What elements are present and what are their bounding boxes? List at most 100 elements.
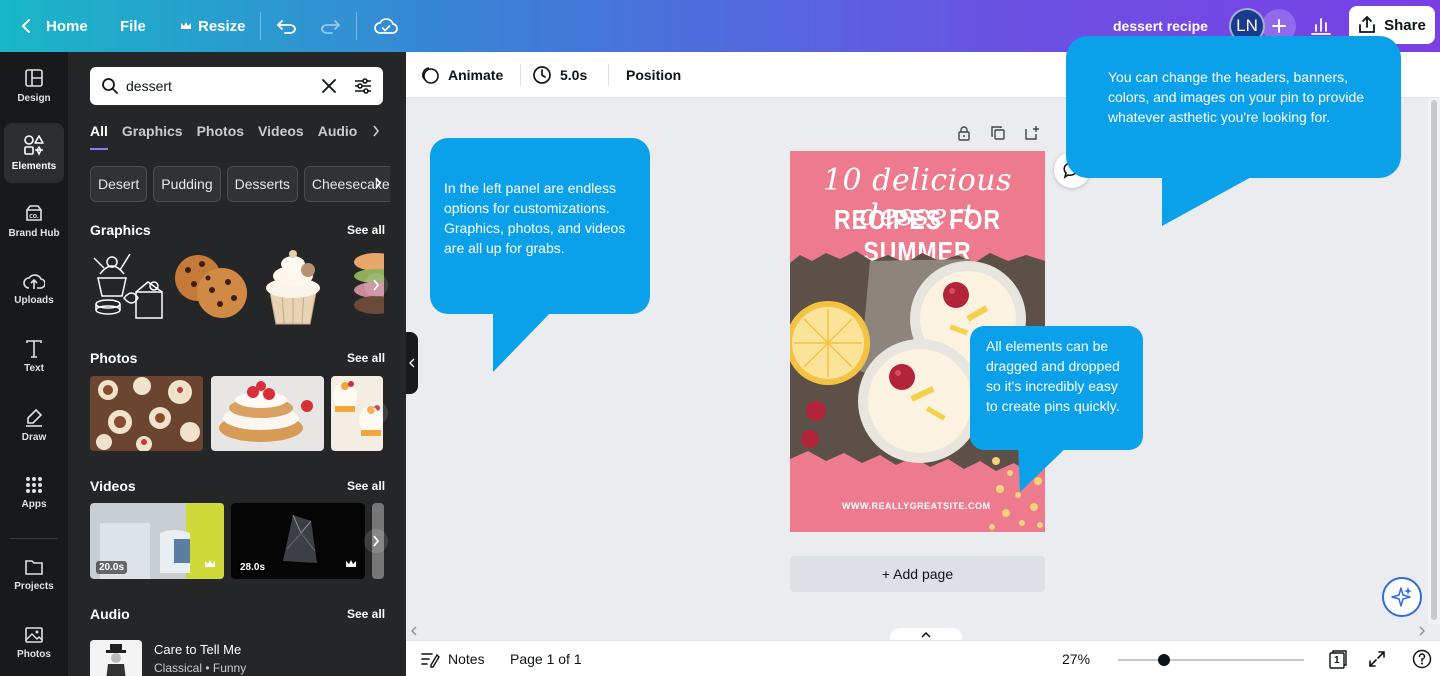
animate-icon	[420, 65, 440, 85]
tab-videos[interactable]: Videos	[258, 118, 304, 150]
nav-item-photos[interactable]: Photos	[4, 613, 64, 673]
callout-left-text: In the left panel are endless options fo…	[444, 180, 626, 256]
chip-pudding[interactable]: Pudding	[153, 166, 221, 202]
animate-button[interactable]: Animate	[420, 52, 503, 98]
zoom-percentage-button[interactable]: 27%	[1062, 641, 1090, 676]
tab-photos[interactable]: Photos	[197, 118, 244, 150]
page-indicator-text: Page 1 of 1	[510, 651, 582, 667]
add-page-icon[interactable]	[1024, 125, 1040, 141]
layout-icon	[24, 68, 44, 88]
callout-top-right: You can change the headers, banners, col…	[1066, 36, 1401, 178]
photo-dessert-table[interactable]	[90, 376, 203, 451]
elements-panel: All Graphics Photos Videos Audio Desert …	[68, 52, 406, 676]
videos-scroll-right-button[interactable]	[364, 529, 388, 553]
cloud-upload-icon	[23, 272, 45, 290]
plus-icon	[1272, 19, 1286, 33]
tab-all[interactable]: All	[90, 118, 108, 150]
zoom-slider-handle[interactable]	[1158, 654, 1170, 666]
nav-label: Design	[17, 93, 51, 104]
vertical-scrollbar[interactable]	[1428, 98, 1440, 624]
duration-button[interactable]: 5.0s	[532, 52, 587, 98]
tabs-scroll-right-icon[interactable]	[372, 125, 380, 137]
sparkle-icon	[1391, 586, 1413, 608]
position-label: Position	[626, 67, 682, 83]
audio-see-all-link[interactable]: See all	[347, 607, 385, 621]
resize-button[interactable]: Resize	[180, 0, 246, 52]
add-page-button[interactable]: + Add page	[790, 556, 1045, 592]
document-title-text: dessert recipe	[1113, 18, 1208, 34]
home-button[interactable]: Home	[20, 0, 88, 52]
photos-scroll-right-button[interactable]	[364, 401, 388, 425]
search-icon	[101, 77, 119, 95]
page-grid-button[interactable]: 1	[1328, 641, 1348, 676]
nav-item-elements[interactable]: Elements	[4, 123, 64, 183]
search-input[interactable]	[126, 75, 306, 97]
notes-button[interactable]: Notes	[420, 641, 485, 676]
search-box	[90, 67, 383, 105]
help-icon	[1412, 649, 1432, 669]
callout-tail	[1018, 444, 1070, 492]
search-tabs: All Graphics Photos Videos Audio	[90, 118, 385, 150]
fullscreen-button[interactable]	[1368, 641, 1386, 676]
nav-item-uploads[interactable]: Uploads	[4, 259, 64, 319]
pin-website-url[interactable]: WWW.REALLYGREATSITE.COM	[842, 501, 991, 511]
cloud-check-icon	[374, 17, 398, 35]
nav-item-draw[interactable]: Draw	[4, 395, 64, 455]
video-thumbnail[interactable]: 28.0s	[231, 503, 365, 579]
duplicate-page-icon[interactable]	[990, 125, 1006, 141]
nav-item-brand-hub[interactable]: CO. Brand Hub	[4, 191, 64, 251]
clear-search-icon[interactable]	[322, 79, 336, 93]
graphics-scroll-right-button[interactable]	[364, 273, 388, 297]
help-button[interactable]	[1412, 641, 1432, 676]
shapes-icon	[23, 134, 45, 156]
photos-see-all-link[interactable]: See all	[347, 351, 385, 365]
photo-strawberry-pastry[interactable]	[211, 376, 324, 451]
share-icon	[1358, 16, 1376, 34]
redo-button[interactable]	[320, 0, 340, 52]
expand-icon	[1368, 650, 1386, 668]
collapse-panel-handle[interactable]	[406, 332, 418, 394]
animate-label: Animate	[448, 67, 504, 83]
crown-icon	[204, 556, 216, 574]
tab-audio[interactable]: Audio	[318, 118, 358, 150]
nav-item-projects[interactable]: Projects	[4, 545, 64, 605]
videos-see-all-link[interactable]: See all	[347, 479, 385, 493]
videos-section-title: Videos	[90, 478, 136, 494]
nav-divider	[10, 538, 58, 539]
audio-section-title: Audio	[90, 606, 130, 622]
pages-icon: 1	[1328, 649, 1348, 669]
position-button[interactable]: Position	[626, 52, 681, 98]
video-thumbnail[interactable]: 20.0s	[90, 503, 224, 579]
lock-icon[interactable]	[956, 125, 972, 141]
left-nav: Design Elements CO. Brand Hub Uploads Te…	[0, 52, 68, 676]
graphic-dessert-sketch[interactable]	[90, 248, 166, 324]
chip-desserts[interactable]: Desserts	[226, 166, 298, 202]
nav-item-apps[interactable]: Apps	[4, 463, 64, 523]
text-icon	[25, 340, 43, 358]
graphic-cookies[interactable]	[172, 250, 250, 320]
audio-track-title[interactable]: Care to Tell Me	[154, 642, 241, 657]
folder-icon	[24, 558, 44, 576]
pen-icon	[24, 407, 44, 427]
save-status-button[interactable]	[374, 0, 398, 52]
callout-middle-text: All elements can be dragged and dropped …	[986, 338, 1120, 414]
home-label: Home	[46, 17, 88, 35]
vertical-scroll-thumb[interactable]	[1431, 100, 1437, 620]
photos-section-title: Photos	[90, 350, 138, 366]
graphics-see-all-link[interactable]: See all	[347, 223, 385, 237]
audio-cover-art[interactable]	[90, 640, 142, 676]
crown-icon	[345, 556, 357, 574]
tab-graphics[interactable]: Graphics	[122, 118, 183, 150]
chevron-up-icon	[921, 632, 931, 638]
magic-assistant-button[interactable]	[1382, 577, 1422, 617]
zoom-slider-track[interactable]	[1118, 659, 1304, 661]
graphic-cupcake[interactable]	[260, 248, 326, 326]
chevron-right-icon	[372, 535, 380, 547]
chips-scroll-right-icon[interactable]	[374, 177, 382, 189]
nav-item-design[interactable]: Design	[4, 56, 64, 116]
file-menu-button[interactable]: File	[120, 0, 146, 52]
filter-icon[interactable]	[354, 77, 372, 95]
chip-desert[interactable]: Desert	[90, 166, 148, 202]
nav-item-text[interactable]: Text	[4, 327, 64, 387]
undo-button[interactable]	[277, 0, 297, 52]
